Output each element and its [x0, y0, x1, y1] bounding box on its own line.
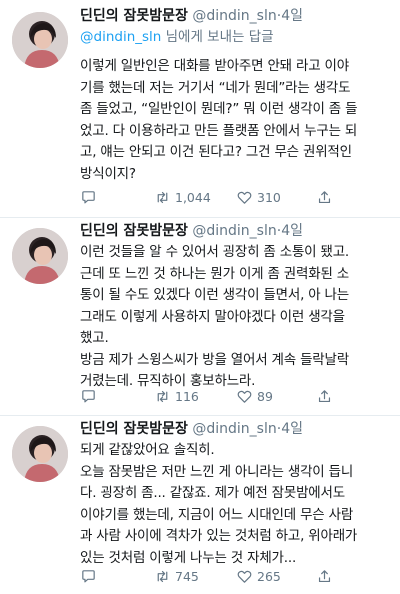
tweet-text-line: 기를 했는데 저는 거기서 “네가 뭔데”라는 생각도: [80, 79, 351, 96]
share-upload-icon: [318, 569, 331, 582]
tweet-actions: 745 265: [80, 566, 392, 586]
avatar-image: [12, 12, 68, 68]
tweet-2[interactable]: 딘딘의 잠못밤문장 @dindin_sln·4일 이런 것들을 알 수 있어서 …: [0, 218, 400, 416]
tweet-text-line: 되게 같잖았어요 솔직히.: [80, 442, 215, 458]
tweet-text-line: 다. 굉장히 좀... 같잖죠. 제가 예전 잠못밤에서도: [80, 485, 345, 501]
tweet-text-line: 이런 것들을 알 수 있어서 굉장히 좀 소통이 됐고.: [80, 244, 350, 260]
tweet-text-line: 통이 될 수도 있겠다 이런 생각이 들면서, 아 나는: [80, 287, 350, 303]
tweet-text: 되게 같잖았어요 솔직히. 오늘 잠못밤은 저만 느낀 게 아니라는 생각이 듭…: [80, 440, 392, 569]
share-upload-icon: [318, 190, 331, 203]
tweet-1[interactable]: 딘딘의 잠못밤문장 @dindin_sln·4일 @dindin_sln 님에게…: [0, 0, 400, 218]
reply-context-text: 님에게 보내는 답글: [161, 29, 274, 45]
speech-bubble-icon: [82, 190, 95, 203]
tweet-text-line: 방식이지?: [80, 165, 136, 182]
avatar[interactable]: [12, 12, 68, 68]
tweet-text: 이런 것들을 알 수 있어서 굉장히 좀 소통이 됐고. 근데 또 느낀 것 하…: [80, 242, 392, 393]
heart-icon: [237, 570, 252, 583]
like-count: 265: [257, 568, 281, 584]
retweet-arrows-icon: [157, 390, 168, 402]
avatar[interactable]: [12, 426, 68, 482]
share-upload-icon: [318, 389, 331, 402]
tweet-text-line: 근데 또 느낀 것 하나는 뭔가 이게 좀 권력화된 소: [80, 265, 350, 282]
reply-button[interactable]: [80, 568, 101, 585]
retweet-button[interactable]: 745: [154, 568, 199, 585]
tweet-text-line: 이렇게 일반인은 대화를 받아주면 안돼 라고 이야: [80, 58, 349, 74]
tweet-header: 딘딘의 잠못밤문장 @dindin_sln·4일: [80, 222, 392, 240]
tweet-date[interactable]: 4일: [281, 223, 303, 239]
tweet-text-line: 오늘 잠못밤은 저만 느낀 게 아니라는 생각이 듭니: [80, 463, 354, 480]
tweet-text-line: 그래도 이렇게 사용하지 말아야겠다 이런 생각을: [80, 308, 345, 325]
retweet-arrows-icon: [157, 570, 168, 582]
user-handle[interactable]: @dindin_sln: [192, 8, 276, 24]
speech-bubble-icon: [82, 569, 95, 582]
share-button[interactable]: [316, 568, 333, 585]
tweet-text-line: 과 사람 사이에 격차가 있는 것처럼 하고, 위아래가: [80, 528, 358, 544]
tweet-actions: 1,044 310: [80, 187, 392, 207]
speech-bubble-icon: [82, 389, 95, 402]
reply-button[interactable]: [80, 189, 101, 206]
display-name[interactable]: 딘딘의 잠못밤문장: [80, 421, 188, 437]
tweet-date[interactable]: 4일: [281, 421, 303, 437]
tweet-date[interactable]: 4일: [281, 8, 303, 24]
display-name[interactable]: 딘딘의 잠못밤문장: [80, 8, 188, 24]
like-button[interactable]: 310: [236, 189, 281, 206]
tweet-text-line: 했고.: [80, 330, 109, 346]
like-count: 89: [257, 388, 273, 404]
tweet-text-line: 었고. 다 이용하라고 만든 플랫폼 안에서 누구는 되: [80, 122, 358, 139]
display-name[interactable]: 딘딘의 잠못밤문장: [80, 223, 188, 239]
heart-icon: [237, 191, 252, 204]
share-button[interactable]: [316, 189, 333, 206]
tweet-text-line: 좀 들었고, “일반인이 뭔데?” 뭐 이런 생각이 좀 들: [80, 101, 358, 117]
reply-button[interactable]: [80, 388, 101, 405]
tweet-text-line: 고, 얘는 안되고 이건 된다고? 그건 무슨 권위적인: [80, 144, 352, 160]
tweet-actions: 116 89: [80, 386, 392, 406]
retweet-button[interactable]: 116: [154, 388, 199, 405]
tweet-header: 딘딘의 잠못밤문장 @dindin_sln·4일: [80, 7, 392, 25]
like-button[interactable]: 89: [236, 388, 273, 405]
tweet-text-line: 방금 제가 스윙스씨가 방을 열어서 계속 들락날락: [80, 351, 349, 368]
tweet-3[interactable]: 딘딘의 잠못밤문장 @dindin_sln·4일 되게 같잖았어요 솔직히. 오…: [0, 416, 400, 594]
like-count: 310: [257, 189, 281, 205]
retweet-button[interactable]: 1,044: [154, 189, 211, 206]
reply-mention-link[interactable]: @dindin_sln: [80, 29, 161, 45]
retweet-count: 1,044: [175, 189, 211, 205]
avatar-image: [12, 228, 68, 284]
tweet-text-line: 이야기를 했는데, 지금이 어느 시대인데 무슨 사람: [80, 506, 354, 523]
avatar[interactable]: [12, 228, 68, 284]
user-handle[interactable]: @dindin_sln: [192, 421, 276, 437]
tweet-text: 이렇게 일반인은 대화를 받아주면 안돼 라고 이야 기를 했는데 저는 거기서…: [80, 56, 392, 185]
share-button[interactable]: [316, 388, 333, 405]
like-button[interactable]: 265: [236, 568, 281, 585]
tweet-header: 딘딘의 잠못밤문장 @dindin_sln·4일: [80, 420, 392, 438]
retweet-arrows-icon: [157, 191, 168, 203]
retweet-count: 116: [175, 388, 199, 404]
avatar-image: [12, 426, 68, 482]
retweet-count: 745: [175, 568, 199, 584]
user-handle[interactable]: @dindin_sln: [192, 223, 276, 239]
heart-icon: [237, 390, 252, 403]
reply-context: @dindin_sln 님에게 보내는 답글: [80, 28, 392, 46]
